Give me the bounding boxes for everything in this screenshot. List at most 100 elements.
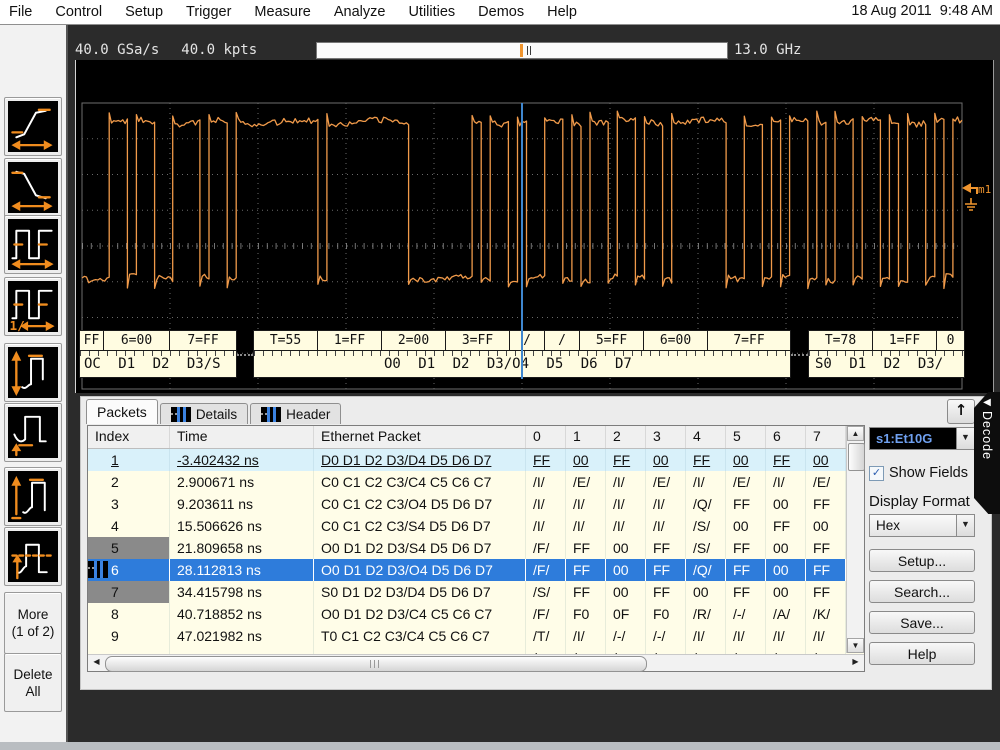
menu-item-setup[interactable]: Setup bbox=[125, 4, 163, 20]
packet-row-3[interactable]: 39.203611 nsC0 C1 C2 C3/O4 D5 D6 D7/I//I… bbox=[88, 493, 864, 515]
tool-button-top[interactable] bbox=[4, 467, 62, 526]
tab-packets[interactable]: Packets bbox=[86, 399, 158, 424]
byte-cell-5: FF bbox=[726, 493, 766, 515]
decode-field: 1=FF bbox=[873, 331, 937, 350]
menu-item-trigger[interactable]: Trigger bbox=[186, 4, 231, 20]
time-cell: 47.021982 ns bbox=[170, 625, 314, 647]
menu-item-file[interactable]: File bbox=[9, 4, 32, 20]
scroll-right-arrow[interactable]: ▶ bbox=[847, 655, 864, 671]
search-button[interactable]: Search... bbox=[869, 580, 975, 603]
byte-cell-2: /-/ bbox=[606, 625, 646, 647]
scroll-up-arrow[interactable]: ▲ bbox=[847, 426, 864, 441]
save-button[interactable]: Save... bbox=[869, 611, 975, 634]
horizontal-position-slider[interactable] bbox=[316, 42, 728, 59]
column-header-2: 2 bbox=[606, 426, 646, 448]
byte-cell-5: FF bbox=[726, 581, 766, 603]
packet-row-5[interactable]: 521.809658 nsO0 D1 D2 D3/S4 D5 D6 D7/F/F… bbox=[88, 537, 864, 559]
tab-label: Packets bbox=[97, 404, 147, 420]
packet-row-1[interactable]: 1-3.402432 nsD0 D1 D2 D3/D4 D5 D6 D7FF00… bbox=[88, 449, 864, 471]
scroll-down-arrow[interactable]: ▼ bbox=[847, 638, 864, 653]
byte-cell-7: 00 bbox=[806, 449, 846, 471]
byte-cell-2: /I/ bbox=[606, 471, 646, 493]
memory-depth: 40.0 kpts bbox=[181, 42, 257, 58]
help-button[interactable]: Help bbox=[869, 642, 975, 665]
display-format-dropdown[interactable]: Hex ▼ bbox=[869, 514, 975, 537]
byte-cell-5: FF bbox=[726, 537, 766, 559]
tool-button-base[interactable] bbox=[4, 403, 62, 462]
byte-cell-1: /I/ bbox=[566, 515, 606, 537]
index-value: 6 bbox=[111, 562, 119, 578]
tool-button-rise-time[interactable] bbox=[4, 97, 62, 156]
byte-cell-6: /I/ bbox=[766, 471, 806, 493]
menu-item-analyze[interactable]: Analyze bbox=[334, 4, 386, 20]
packet-row-7[interactable]: 734.415798 nsS0 D1 D2 D3/D4 D5 D6 D7/S/F… bbox=[88, 581, 864, 603]
more-page-indicator: (1 of 2) bbox=[12, 623, 55, 640]
tool-button-average[interactable] bbox=[4, 527, 62, 586]
decode-field-row: T=781=FF0 bbox=[809, 331, 964, 351]
tab-header[interactable]: Header bbox=[250, 403, 341, 424]
byte-cell-3: /I/ bbox=[646, 493, 686, 515]
delete-all-button[interactable]: DeleteAll bbox=[4, 653, 62, 712]
tool-button-amplitude[interactable] bbox=[4, 343, 62, 402]
tool-button-pulse-width[interactable] bbox=[4, 215, 62, 274]
byte-cell-7: FF bbox=[806, 493, 846, 515]
byte-cell-1: FF bbox=[566, 537, 606, 559]
pulse-width-icon bbox=[8, 219, 58, 270]
menu-item-utilities[interactable]: Utilities bbox=[408, 4, 455, 20]
packet-cell: C0 C1 C2 C3/C4 C5 C6 C7 bbox=[314, 471, 526, 493]
packet-row-4[interactable]: 415.506626 nsC0 C1 C2 C3/S4 D5 D6 D7/I//… bbox=[88, 515, 864, 537]
more-button[interactable]: More(1 of 2) bbox=[4, 592, 62, 654]
index-cell[interactable]: 1 bbox=[88, 449, 170, 471]
partial-byte-cell: / bbox=[686, 647, 726, 654]
menu-item-help[interactable]: Help bbox=[547, 4, 577, 20]
packet-row-6[interactable]: 628.112813 nsO0 D1 D2 D3/O4 D5 D6 D7/F/F… bbox=[88, 559, 864, 581]
index-value: 4 bbox=[111, 518, 119, 534]
partial-byte-cell: / bbox=[766, 647, 806, 654]
marker-m1[interactable]: m1 bbox=[960, 180, 992, 220]
partial-byte-cell: / bbox=[726, 647, 766, 654]
decode-field: 6=00 bbox=[644, 331, 708, 350]
collapse-panel-button[interactable]: ↑ bbox=[947, 399, 975, 424]
decode-side-tab[interactable]: ◀ Decode bbox=[974, 392, 1000, 514]
byte-cell-3: /-/ bbox=[646, 625, 686, 647]
index-cell: 5 bbox=[88, 537, 170, 559]
byte-cell-0: /T/ bbox=[526, 625, 566, 647]
menu-item-control[interactable]: Control bbox=[55, 4, 102, 20]
byte-cell-1: 00 bbox=[566, 449, 606, 471]
byte-cell-5: /E/ bbox=[726, 471, 766, 493]
packet-row-2[interactable]: 22.900671 nsC0 C1 C2 C3/C4 C5 C6 C7/I//E… bbox=[88, 471, 864, 493]
decode-source-dropdown[interactable]: s1:Et10G ▼ bbox=[869, 427, 975, 450]
checkbox-check-icon: ✓ bbox=[869, 466, 884, 481]
byte-cell-5: 00 bbox=[726, 449, 766, 471]
packet-row-9[interactable]: 947.021982 nsT0 C1 C2 C3/C4 C5 C6 C7/T//… bbox=[88, 625, 864, 647]
column-header-6: 6 bbox=[766, 426, 806, 448]
display-format-value: Hex bbox=[870, 515, 956, 536]
packet-row-partial: //////// bbox=[88, 647, 864, 654]
tool-button-period[interactable]: 1/ bbox=[4, 277, 62, 336]
scroll-left-arrow[interactable]: ◀ bbox=[88, 655, 105, 671]
vertical-scroll-thumb[interactable] bbox=[848, 443, 865, 471]
horizontal-scrollbar[interactable]: ◀ ▶ bbox=[88, 654, 864, 671]
tool-button-fall-time[interactable] bbox=[4, 158, 62, 217]
sample-rate: 40.0 GSa/s bbox=[75, 42, 159, 58]
show-fields-checkbox[interactable]: ✓ Show Fields bbox=[869, 465, 987, 481]
packet-row-8[interactable]: 840.718852 nsO0 D1 D2 D3/C4 C5 C6 C7/F/F… bbox=[88, 603, 864, 625]
arrow-left-icon: ◀ bbox=[983, 398, 991, 408]
setup-button[interactable]: Setup... bbox=[869, 549, 975, 572]
packet-cell: O0 D1 D2 D3/S4 D5 D6 D7 bbox=[314, 537, 526, 559]
tab-details[interactable]: Details bbox=[160, 403, 248, 424]
horizontal-scroll-thumb[interactable] bbox=[105, 656, 647, 672]
menu-item-measure[interactable]: Measure bbox=[254, 4, 310, 20]
packet-cell: T0 C1 C2 C3/C4 C5 C6 C7 bbox=[314, 625, 526, 647]
menu-item-demos[interactable]: Demos bbox=[478, 4, 524, 20]
decode-field: / bbox=[510, 331, 545, 350]
menu-bar: File Control Setup Trigger Measure Analyze Uti… bbox=[0, 0, 1000, 25]
time-cursor[interactable] bbox=[521, 103, 523, 379]
vertical-scrollbar[interactable]: ▲ ▼ bbox=[846, 426, 864, 653]
index-cell: 4 bbox=[88, 515, 170, 537]
byte-cell-2: 00 bbox=[606, 537, 646, 559]
column-header-ethernet-packet: Ethernet Packet bbox=[314, 426, 526, 448]
decode-connector bbox=[791, 354, 808, 356]
decode-lane-labels: S0 D1 D2 D3/ bbox=[809, 356, 964, 377]
packet-cell: O0 D1 D2 D3/C4 C5 C6 C7 bbox=[314, 603, 526, 625]
